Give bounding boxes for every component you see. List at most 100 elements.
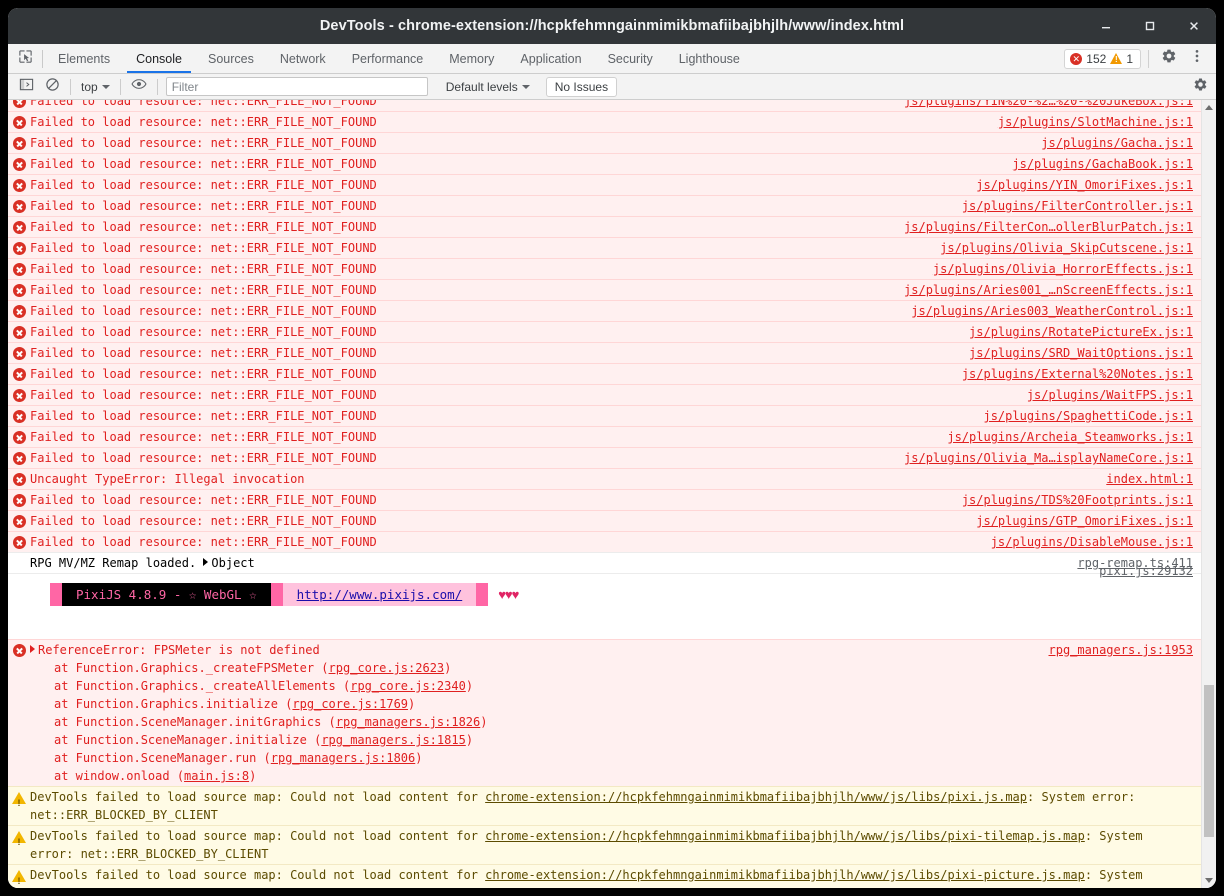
error-circle-icon — [12, 536, 26, 549]
console-message-source-link[interactable]: js/plugins/YIN_OmoriFixes.js:1 — [976, 176, 1193, 194]
console-message-source-link[interactable]: js/plugins/GachaBook.js:1 — [1012, 155, 1193, 173]
execution-context-selector[interactable]: top — [77, 77, 114, 97]
clear-console-button[interactable] — [40, 76, 64, 98]
pixi-banner-row[interactable]: PixiJS 4.8.9 - ☆ WebGL ☆ http://www.pixij… — [8, 564, 1201, 617]
tab-network[interactable]: Network — [267, 44, 339, 73]
console-message-source-link[interactable]: js/plugins/FilterCon…ollerBlurPatch.js:1 — [904, 218, 1193, 236]
scrollbar-thumb[interactable] — [1204, 685, 1214, 837]
console-message-row[interactable]: Failed to load resource: net::ERR_FILE_N… — [8, 216, 1201, 237]
console-message-source-link[interactable]: js/plugins/SRD_WaitOptions.js:1 — [969, 344, 1193, 362]
console-message-source-link[interactable]: js/plugins/SpaghettiCode.js:1 — [983, 407, 1193, 425]
console-message-source-link[interactable]: js/plugins/FilterController.js:1 — [962, 197, 1193, 215]
console-sidebar-button[interactable] — [14, 76, 38, 98]
console-message-source-link[interactable]: js/plugins/SlotMachine.js:1 — [998, 113, 1193, 131]
minimize-button[interactable] — [1084, 8, 1128, 44]
console-message-source-link[interactable]: js/plugins/Aries003_WeatherControl.js:1 — [911, 302, 1193, 320]
tab-lighthouse[interactable]: Lighthouse — [666, 44, 753, 73]
console-message-source-link[interactable]: js/plugins/WaitFPS.js:1 — [1027, 386, 1193, 404]
console-message-row[interactable]: Failed to load resource: net::ERR_FILE_N… — [8, 174, 1201, 195]
scrollbar-up-button[interactable] — [1202, 100, 1216, 115]
console-message-row[interactable]: Failed to load resource: net::ERR_FILE_N… — [8, 132, 1201, 153]
console-message-source-link[interactable]: js/plugins/DisableMouse.js:1 — [991, 533, 1193, 551]
scrollbar-down-button[interactable] — [1202, 873, 1216, 888]
console-message-row[interactable]: Failed to load resource: net::ERR_FILE_N… — [8, 321, 1201, 342]
stack-frame-link[interactable]: rpg_managers.js:1826 — [336, 715, 481, 729]
console-blank-gap — [8, 617, 1201, 639]
console-message-source-link[interactable]: js/plugins/YIN%20-%2…%20-%20JukeBox.js:1 — [904, 100, 1193, 110]
console-message-row[interactable]: Failed to load resource: net::ERR_FILE_N… — [8, 195, 1201, 216]
console-message-row[interactable]: Failed to load resource: net::ERR_FILE_N… — [8, 489, 1201, 510]
console-warning-row[interactable]: DevTools failed to load source map: Coul… — [8, 864, 1201, 888]
stack-frame-link[interactable]: rpg_managers.js:1806 — [271, 751, 416, 765]
console-message-source-link[interactable]: js/plugins/Aries001_…nScreenEffects.js:1 — [904, 281, 1193, 299]
console-message-row[interactable]: Failed to load resource: net::ERR_FILE_N… — [8, 447, 1201, 468]
log-levels-selector[interactable]: Default levels — [442, 80, 534, 94]
console-message-row[interactable]: Failed to load resource: net::ERR_FILE_N… — [8, 384, 1201, 405]
console-scrollbar[interactable] — [1201, 100, 1216, 888]
console-message-row[interactable]: Failed to load resource: net::ERR_FILE_N… — [8, 111, 1201, 132]
console-message-text: Failed to load resource: net::ERR_FILE_N… — [30, 304, 377, 318]
console-message-row[interactable]: Failed to load resource: net::ERR_FILE_N… — [8, 237, 1201, 258]
pixi-banner-url-box[interactable]: http://www.pixijs.com/ — [282, 583, 477, 606]
console-log-object[interactable]: Object — [211, 556, 254, 570]
console-warning-row[interactable]: DevTools failed to load source map: Coul… — [8, 825, 1201, 864]
console-message-source-link[interactable]: js/plugins/Archeia_Steamworks.js:1 — [947, 428, 1193, 446]
console-message-source-link[interactable]: index.html:1 — [1106, 470, 1193, 488]
warning-triangle-icon — [12, 792, 26, 812]
source-map-link[interactable]: chrome-extension://hcpkfehmngainmimikbma… — [485, 790, 1027, 804]
close-button[interactable] — [1172, 8, 1216, 44]
tab-application[interactable]: Application — [507, 44, 594, 73]
console-message-row[interactable]: Failed to load resource: net::ERR_FILE_N… — [8, 363, 1201, 384]
console-message-source-link[interactable]: js/plugins/Olivia_SkipCutscene.js:1 — [940, 239, 1193, 257]
pixi-website-link[interactable]: http://www.pixijs.com/ — [297, 587, 463, 602]
tab-elements[interactable]: Elements — [45, 44, 123, 73]
inspect-element-button[interactable] — [8, 44, 42, 73]
console-message-row[interactable]: Failed to load resource: net::ERR_FILE_N… — [8, 426, 1201, 447]
console-settings-button[interactable] — [1188, 76, 1212, 98]
console-message-source-link[interactable]: js/plugins/Olivia_HorrorEffects.js:1 — [933, 260, 1193, 278]
console-message-row[interactable]: Failed to load resource: net::ERR_FILE_N… — [8, 100, 1201, 111]
stack-frame-link[interactable]: rpg_core.js:2623 — [329, 661, 445, 675]
console-log-row[interactable]: RPG MV/MZ Remap loaded. Object rpg-remap.… — [8, 552, 1201, 573]
stack-frame-link[interactable]: rpg_core.js:2340 — [350, 679, 466, 693]
stack-frame-link[interactable]: rpg_managers.js:1815 — [321, 733, 466, 747]
settings-button[interactable] — [1156, 46, 1182, 72]
stack-frame-link[interactable]: main.js:8 — [184, 769, 249, 783]
console-message-row[interactable]: Failed to load resource: net::ERR_FILE_N… — [8, 153, 1201, 174]
console-message-area[interactable]: Failed to load resource: net::ERR_FILE_N… — [8, 100, 1216, 888]
console-message-source-link[interactable]: js/plugins/Gacha.js:1 — [1041, 134, 1193, 152]
console-message-source-link[interactable]: js/plugins/TDS%20Footprints.js:1 — [962, 491, 1193, 509]
no-issues-button[interactable]: No Issues — [545, 76, 618, 97]
tab-memory[interactable]: Memory — [436, 44, 507, 73]
tab-sources[interactable]: Sources — [195, 44, 267, 73]
issue-counter[interactable]: ✕ 152 1 — [1064, 48, 1141, 69]
console-message-source-link[interactable]: js/plugins/External%20Notes.js:1 — [962, 365, 1193, 383]
console-message-row[interactable]: Failed to load resource: net::ERR_FILE_N… — [8, 510, 1201, 531]
console-message-row[interactable]: Failed to load resource: net::ERR_FILE_N… — [8, 258, 1201, 279]
console-stack-error-row[interactable]: ReferenceError: FPSMeter is not defined a… — [8, 639, 1201, 786]
console-message-row[interactable]: Failed to load resource: net::ERR_FILE_N… — [8, 531, 1201, 552]
tab-security[interactable]: Security — [595, 44, 666, 73]
tab-console[interactable]: Console — [123, 44, 195, 73]
console-message-row[interactable]: Failed to load resource: net::ERR_FILE_N… — [8, 342, 1201, 363]
tab-performance[interactable]: Performance — [339, 44, 437, 73]
expand-triangle-icon[interactable] — [30, 645, 35, 653]
pixi-banner-source-link[interactable]: pixi.js:29132 — [1099, 564, 1193, 578]
console-warning-row[interactable]: DevTools failed to load source map: Coul… — [8, 786, 1201, 825]
console-message-row[interactable]: Failed to load resource: net::ERR_FILE_N… — [8, 300, 1201, 321]
console-message-source-link[interactable]: js/plugins/RotatePictureEx.js:1 — [969, 323, 1193, 341]
filter-input[interactable] — [165, 77, 428, 96]
console-message-source-link[interactable]: js/plugins/Olivia_Ma…isplayNameCore.js:1 — [904, 449, 1193, 467]
source-map-link[interactable]: chrome-extension://hcpkfehmngainmimikbma… — [485, 868, 1085, 882]
console-message-row[interactable]: Failed to load resource: net::ERR_FILE_N… — [8, 279, 1201, 300]
expand-triangle-icon[interactable] — [203, 558, 209, 566]
source-map-link[interactable]: chrome-extension://hcpkfehmngainmimikbma… — [485, 829, 1085, 843]
console-message-source-link[interactable]: js/plugins/GTP_OmoriFixes.js:1 — [976, 512, 1193, 530]
stack-frame-link[interactable]: rpg_core.js:1769 — [292, 697, 408, 711]
more-options-button[interactable] — [1184, 46, 1210, 72]
live-expression-button[interactable] — [127, 76, 151, 98]
console-message-row[interactable]: Failed to load resource: net::ERR_FILE_N… — [8, 405, 1201, 426]
console-message-row[interactable]: Uncaught TypeError: Illegal invocation in… — [8, 468, 1201, 489]
maximize-button[interactable] — [1128, 8, 1172, 44]
console-stack-error-source-link[interactable]: rpg_managers.js:1953 — [1049, 641, 1194, 659]
